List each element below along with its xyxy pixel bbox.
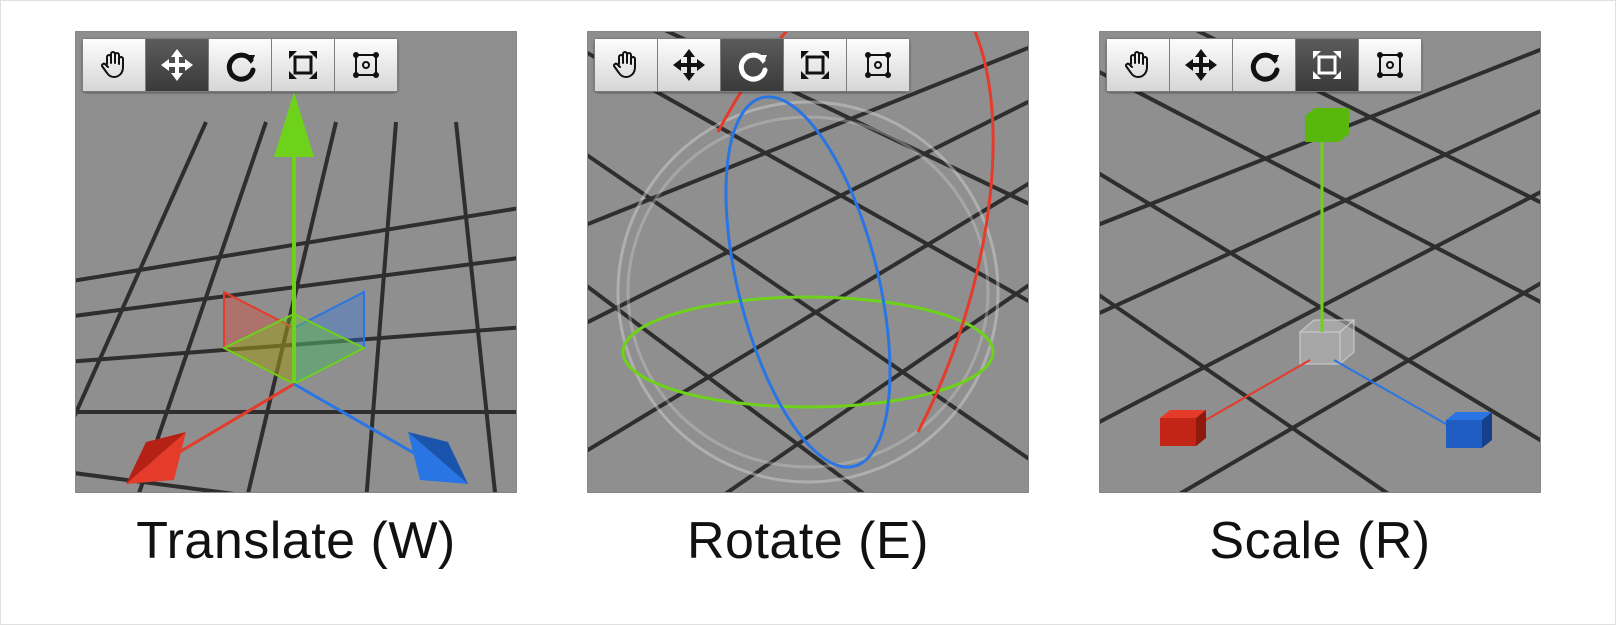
scale-icon xyxy=(1309,47,1345,83)
move-tool-button[interactable] xyxy=(1169,38,1232,92)
scale-tool-button[interactable] xyxy=(783,38,846,92)
caption-translate: Translate (W) xyxy=(136,511,456,571)
viewport-scale[interactable] xyxy=(1099,31,1541,493)
scene-translate xyxy=(76,32,516,492)
rotate-icon xyxy=(1246,47,1282,83)
move-icon xyxy=(1183,47,1219,83)
hand-icon xyxy=(608,47,644,83)
transform-toolbar xyxy=(594,38,910,92)
move-icon xyxy=(159,47,195,83)
panels-row: Translate (W) xyxy=(1,1,1615,571)
rotate-tool-button[interactable] xyxy=(720,38,783,92)
panel-rotate: Rotate (E) xyxy=(587,31,1029,571)
rect-tool-button[interactable] xyxy=(846,38,910,92)
scale-tool-button[interactable] xyxy=(271,38,334,92)
viewport-rotate[interactable] xyxy=(587,31,1029,493)
move-tool-button[interactable] xyxy=(145,38,208,92)
rect-icon xyxy=(860,47,896,83)
viewport-translate[interactable] xyxy=(75,31,517,493)
scale-icon xyxy=(797,47,833,83)
hand-icon xyxy=(1120,47,1156,83)
hand-tool-button[interactable] xyxy=(1106,38,1169,92)
rect-tool-button[interactable] xyxy=(1358,38,1422,92)
scale-tool-button[interactable] xyxy=(1295,38,1358,92)
panel-translate: Translate (W) xyxy=(75,31,517,571)
rotate-tool-button[interactable] xyxy=(208,38,271,92)
panel-scale: Scale (R) xyxy=(1099,31,1541,571)
scene-rotate xyxy=(588,32,1028,492)
rotate-tool-button[interactable] xyxy=(1232,38,1295,92)
scale-icon xyxy=(285,47,321,83)
caption-rotate: Rotate (E) xyxy=(687,511,929,571)
hand-tool-button[interactable] xyxy=(594,38,657,92)
caption-scale: Scale (R) xyxy=(1209,511,1430,571)
rect-tool-button[interactable] xyxy=(334,38,398,92)
hand-icon xyxy=(96,47,132,83)
rotate-icon xyxy=(734,47,770,83)
scene-scale xyxy=(1100,32,1540,492)
transform-toolbar xyxy=(82,38,398,92)
hand-tool-button[interactable] xyxy=(82,38,145,92)
move-icon xyxy=(671,47,707,83)
rect-icon xyxy=(348,47,384,83)
rect-icon xyxy=(1372,47,1408,83)
move-tool-button[interactable] xyxy=(657,38,720,92)
transform-toolbar xyxy=(1106,38,1422,92)
rotate-icon xyxy=(222,47,258,83)
